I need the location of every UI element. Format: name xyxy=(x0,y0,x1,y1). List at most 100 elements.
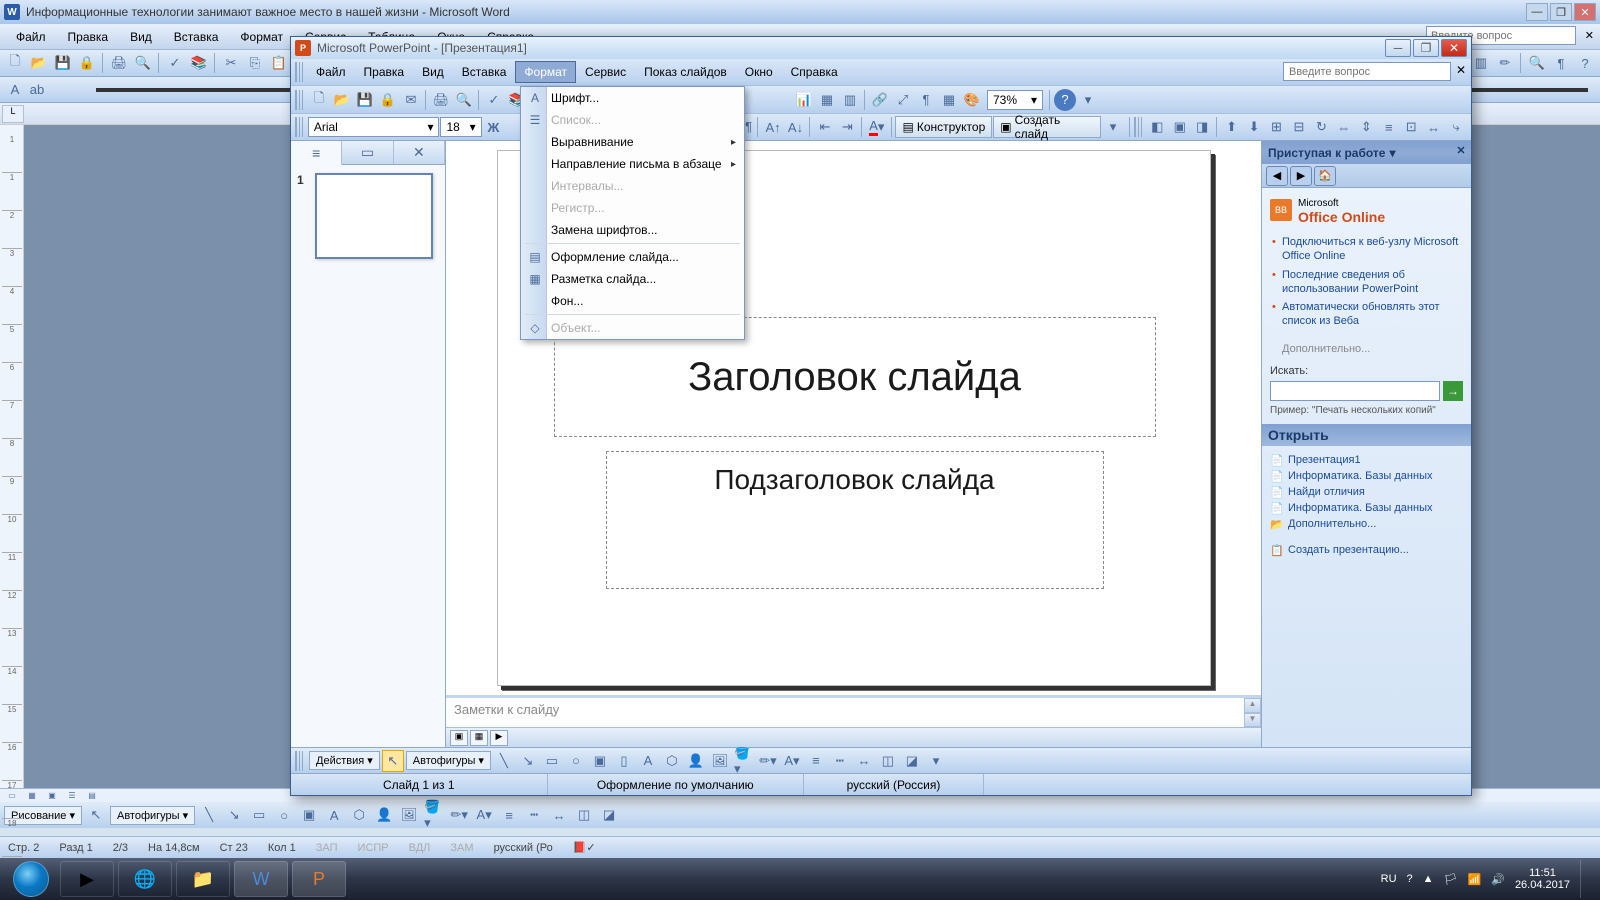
tray-volume-icon[interactable]: 🔊 xyxy=(1491,873,1505,886)
highlight-icon[interactable]: ab xyxy=(26,79,48,101)
pp-align-left-icon[interactable]: ◧ xyxy=(1147,116,1168,138)
pp-clipart-icon[interactable]: 👤 xyxy=(685,750,707,772)
pp-permission-icon[interactable]: 🔒 xyxy=(377,89,399,111)
textbox-icon[interactable]: ▣ xyxy=(298,804,320,826)
copy-icon[interactable]: ⎘ xyxy=(244,52,266,74)
word-menu-view[interactable]: Вид xyxy=(120,27,162,47)
pp-tabs-close-button[interactable]: ✕ xyxy=(394,141,445,164)
view-sorter-icon[interactable]: ▦ xyxy=(470,730,488,746)
pp-font-color-icon[interactable]: A▾ xyxy=(781,750,803,772)
task-search-go-button[interactable]: → xyxy=(1443,381,1463,401)
pp-flip-v-icon[interactable]: ⇕ xyxy=(1356,116,1377,138)
cut-icon[interactable]: ✂ xyxy=(220,52,242,74)
pp-diagram-icon[interactable]: ⬡ xyxy=(661,750,683,772)
pp-fontsize-combo[interactable]: 18▾ xyxy=(440,117,481,137)
view-normal-icon[interactable]: ▣ xyxy=(450,730,468,746)
start-button[interactable] xyxy=(6,860,56,898)
tray-help-icon[interactable]: ? xyxy=(1407,873,1413,885)
pp-menu-insert[interactable]: Вставка xyxy=(453,61,516,83)
pp-line-style-icon[interactable]: ≡ xyxy=(805,750,827,772)
pp-tables-icon[interactable]: ▥ xyxy=(839,89,861,111)
status-spell-icon[interactable]: 📕✓ xyxy=(573,841,596,854)
taskbar-powerpoint[interactable]: P xyxy=(292,861,346,897)
pp-oval-icon[interactable]: ○ xyxy=(565,750,587,772)
oval-icon[interactable]: ○ xyxy=(273,804,295,826)
research-icon[interactable]: 📚 xyxy=(188,52,210,74)
word-menu-file[interactable]: Файл xyxy=(6,27,56,47)
pp-flip-h-icon[interactable]: ⇔ xyxy=(1333,116,1354,138)
help-icon[interactable]: ? xyxy=(1574,52,1596,74)
scroll-down-icon[interactable]: ▼ xyxy=(1244,713,1261,728)
task-more-link[interactable]: Дополнительно... xyxy=(1270,341,1463,357)
pp-notes-pane[interactable]: Заметки к слайду ▲ ▼ xyxy=(446,695,1261,727)
pp-save-icon[interactable]: 💾 xyxy=(354,89,376,111)
picture-icon[interactable]: 🖼 xyxy=(398,804,420,826)
line-icon[interactable]: ╲ xyxy=(198,804,220,826)
clipart-icon[interactable]: 👤 xyxy=(373,804,395,826)
menubar-grip-icon[interactable] xyxy=(295,62,303,82)
pp-color-icon[interactable]: 🎨 xyxy=(961,89,983,111)
pp-line-color-icon[interactable]: ✏▾ xyxy=(757,750,779,772)
notes-scrollbar[interactable]: ▲ ▼ xyxy=(1244,698,1261,727)
tray-network-icon[interactable]: 📶 xyxy=(1468,873,1482,886)
recent-file[interactable]: Найди отличия xyxy=(1270,484,1463,500)
pp-fill-color-icon[interactable]: 🪣▾ xyxy=(733,750,755,772)
pp-toolbar2-options-icon[interactable]: ▾ xyxy=(1102,116,1123,138)
pp-menu-format[interactable]: Формат xyxy=(515,61,576,83)
menu-font[interactable]: AШрифт... xyxy=(521,87,744,109)
pp-bring-front-icon[interactable]: ⬆ xyxy=(1221,116,1242,138)
pp-arrow-style-icon[interactable]: ↔ xyxy=(853,750,875,772)
diagram-icon[interactable]: ⬡ xyxy=(348,804,370,826)
task-link[interactable]: Подключиться к веб-узлу Microsoft Office… xyxy=(1270,233,1463,266)
pp-thumbnail-1[interactable]: 1 xyxy=(297,173,439,259)
view-slideshow-icon[interactable]: ▶ xyxy=(490,730,508,746)
ruler-corner-icon[interactable]: L xyxy=(2,105,24,123)
spellcheck-icon[interactable]: ✓ xyxy=(164,52,186,74)
pp-menu-help[interactable]: Справка xyxy=(782,61,847,83)
pp-bold-icon[interactable]: Ж xyxy=(483,116,504,138)
view-web-icon[interactable]: ▦ xyxy=(24,790,40,802)
word-autoshapes[interactable]: Автофигуры ▾ xyxy=(110,806,195,825)
pp-picture-icon[interactable]: 🖼 xyxy=(709,750,731,772)
pp-drawbar-options-icon[interactable]: ▾ xyxy=(925,750,947,772)
styles-icon[interactable]: A xyxy=(4,79,26,101)
paste-icon[interactable]: 📋 xyxy=(268,52,290,74)
pp-expand-icon[interactable]: ⤢ xyxy=(892,89,914,111)
pp-line-icon[interactable]: ╲ xyxy=(493,750,515,772)
word-maximize-button[interactable]: ❐ xyxy=(1550,3,1572,21)
menu-text-direction[interactable]: Направление письма в абзаце▸ xyxy=(521,153,744,175)
menu-background[interactable]: Фон... xyxy=(521,290,744,312)
recent-file[interactable]: Презентация1 xyxy=(1270,452,1463,468)
pp-newslide-button[interactable]: ▣ Создать слайд xyxy=(993,116,1101,138)
pp-textbox-icon[interactable]: ▣ xyxy=(589,750,611,772)
taskbar-mediaplayer[interactable]: ▶ xyxy=(60,861,114,897)
toolbar1-grip-icon[interactable] xyxy=(295,90,303,110)
pp-new-icon[interactable]: 🗋 xyxy=(308,89,330,111)
recent-file[interactable]: Информатика. Базы данных xyxy=(1270,500,1463,516)
pp-chart-icon[interactable]: 📊 xyxy=(793,89,815,111)
pp-table-icon[interactable]: ▦ xyxy=(816,89,838,111)
pp-snap-icon[interactable]: ⊡ xyxy=(1401,116,1422,138)
pp-rotate-icon[interactable]: ↻ xyxy=(1311,116,1332,138)
tray-lang[interactable]: RU xyxy=(1381,873,1397,885)
arrow-style-icon[interactable]: ↔ xyxy=(548,804,570,826)
pp-increase-indent-icon[interactable]: ⇥ xyxy=(837,116,858,138)
fill-color-icon[interactable]: 🪣▾ xyxy=(423,804,445,826)
pp-menu-edit[interactable]: Правка xyxy=(355,61,414,83)
pp-draw-actions[interactable]: Действия ▾ xyxy=(309,751,380,770)
toolbar2-grip-icon[interactable] xyxy=(295,117,303,137)
pp-vtext-icon[interactable]: ▯ xyxy=(613,750,635,772)
word-titlebar[interactable]: W Информационные технологии занимают важ… xyxy=(0,0,1600,24)
word-menu-edit[interactable]: Правка xyxy=(58,27,119,47)
view-outline-icon[interactable]: ☰ xyxy=(64,790,80,802)
line-color-icon[interactable]: ✏▾ xyxy=(448,804,470,826)
taskbar-word[interactable]: W xyxy=(234,861,288,897)
word-menu-format[interactable]: Формат xyxy=(230,27,293,47)
print-icon[interactable]: 🖨 xyxy=(108,52,130,74)
pp-minimize-button[interactable]: ─ xyxy=(1385,39,1411,57)
pp-font-combo[interactable]: Arial▾ xyxy=(308,117,440,137)
pp-email-icon[interactable]: ✉ xyxy=(400,89,422,111)
pp-wordart-icon[interactable]: A xyxy=(637,750,659,772)
pp-zoom-combo[interactable]: 73%▾ xyxy=(987,90,1043,110)
create-presentation-link[interactable]: Создать презентацию... xyxy=(1270,542,1463,558)
